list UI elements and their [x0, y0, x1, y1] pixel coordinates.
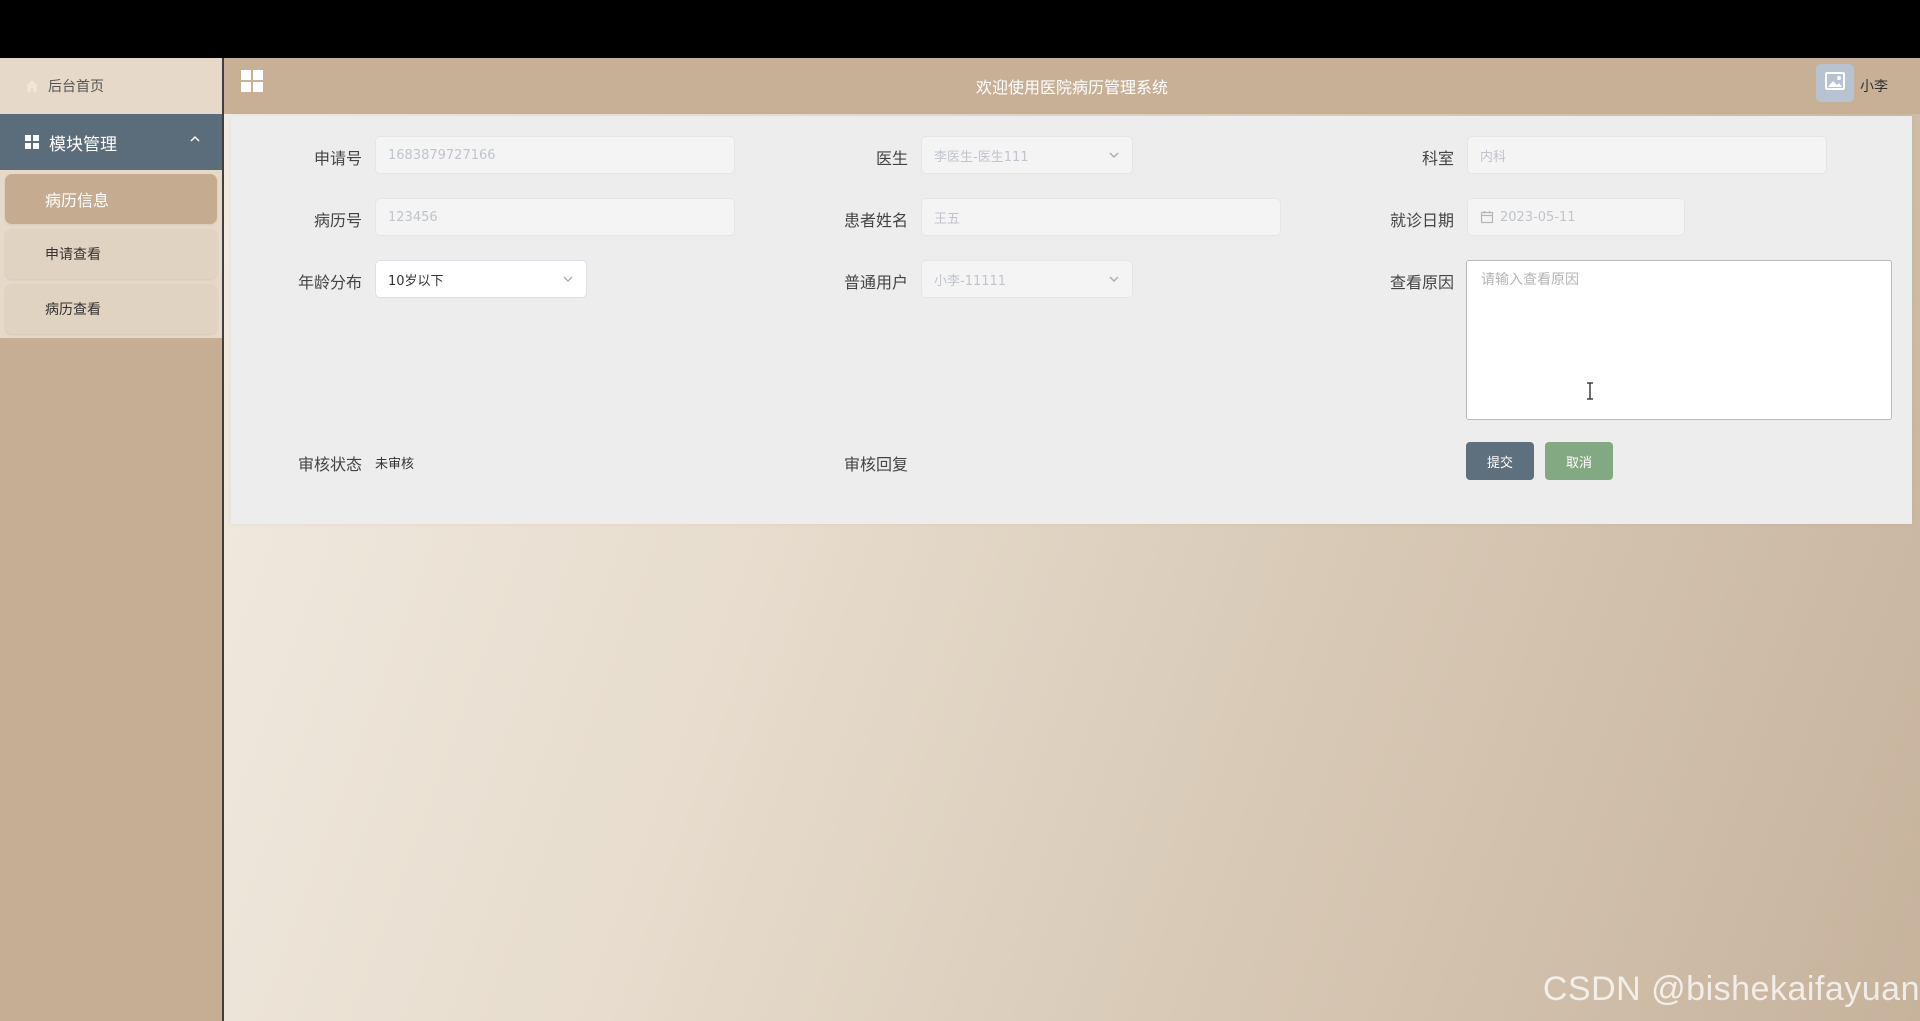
home-icon — [24, 78, 40, 94]
image-icon — [1824, 70, 1846, 96]
age-group-select-value: 10岁以下 — [388, 273, 444, 289]
sidebar-item-label: 后台首页 — [48, 79, 104, 95]
doctor-label: 医生 — [875, 149, 908, 168]
sidebar-module-header[interactable]: 模块管理 — [0, 114, 222, 170]
sidebar: 后台首页 模块管理 病历信息 申请查看 病历查看 — [0, 58, 224, 1021]
review-status-value: 未审核 — [375, 457, 415, 472]
watermark: CSDN @bishekaifayuan — [1542, 970, 1920, 1008]
grid-icon — [24, 134, 40, 150]
record-no-input[interactable]: 123456 — [375, 198, 735, 236]
sidebar-module-label: 模块管理 — [49, 134, 117, 155]
record-no-label: 病历号 — [313, 211, 362, 230]
department-input[interactable]: 内科 — [1467, 136, 1827, 174]
patient-name-input[interactable]: 王五 — [921, 198, 1281, 236]
username[interactable]: 小李 — [1860, 76, 1888, 96]
top-header: 欢迎使用医院病历管理系统 小李 — [224, 58, 1920, 114]
screen-top-bar — [0, 0, 1920, 58]
doctor-select-value: 李医生-医生111 — [934, 149, 1029, 165]
cancel-button[interactable]: 取消 — [1545, 442, 1613, 480]
sidebar-item-record-info[interactable]: 病历信息 — [5, 174, 217, 224]
review-reply-label: 审核回复 — [843, 455, 908, 474]
submit-button[interactable]: 提交 — [1466, 442, 1534, 480]
sidebar-submenu: 病历信息 申请查看 病历查看 — [0, 170, 222, 338]
view-reason-textarea[interactable]: 请输入查看原因 — [1466, 260, 1892, 420]
user-select-value: 小李-11111 — [934, 273, 1007, 289]
chevron-down-icon — [1108, 149, 1120, 161]
department-label: 科室 — [1421, 149, 1454, 168]
application-no-input[interactable]: 1683879727166 — [375, 136, 735, 174]
user-label: 普通用户 — [843, 273, 908, 292]
visit-date-label: 就诊日期 — [1389, 211, 1454, 230]
sidebar-item-record-view[interactable]: 病历查看 — [5, 284, 217, 334]
application-no-label: 申请号 — [313, 149, 362, 168]
age-group-label: 年龄分布 — [297, 273, 362, 292]
app-window: 后台首页 模块管理 病历信息 申请查看 病历查看 欢迎使用医院病历管理系统 小李… — [0, 58, 1920, 1021]
sidebar-item-label: 病历查看 — [45, 302, 101, 318]
chevron-down-icon — [562, 273, 574, 285]
sidebar-item-label: 病历信息 — [45, 191, 110, 210]
user-select[interactable]: 小李-11111 — [921, 260, 1133, 298]
age-group-select[interactable]: 10岁以下 — [375, 260, 587, 298]
text-cursor-icon — [1587, 382, 1593, 400]
chevron-up-icon — [188, 132, 202, 146]
view-reason-label: 查看原因 — [1389, 273, 1454, 292]
visit-date-picker[interactable]: 2023-05-11 — [1467, 198, 1685, 236]
avatar[interactable] — [1816, 64, 1854, 102]
sidebar-item-apply-view[interactable]: 申请查看 — [5, 229, 217, 279]
visit-date-value: 2023-05-11 — [1500, 209, 1576, 225]
calendar-icon — [1480, 210, 1494, 224]
patient-name-label: 患者姓名 — [843, 211, 908, 230]
sidebar-item-label: 申请查看 — [45, 247, 101, 263]
doctor-select[interactable]: 李医生-医生111 — [921, 136, 1133, 174]
sidebar-item-home[interactable]: 后台首页 — [0, 58, 222, 114]
chevron-down-icon — [1108, 273, 1120, 285]
review-status-label: 审核状态 — [297, 455, 362, 474]
page-title: 欢迎使用医院病历管理系统 — [975, 78, 1168, 97]
